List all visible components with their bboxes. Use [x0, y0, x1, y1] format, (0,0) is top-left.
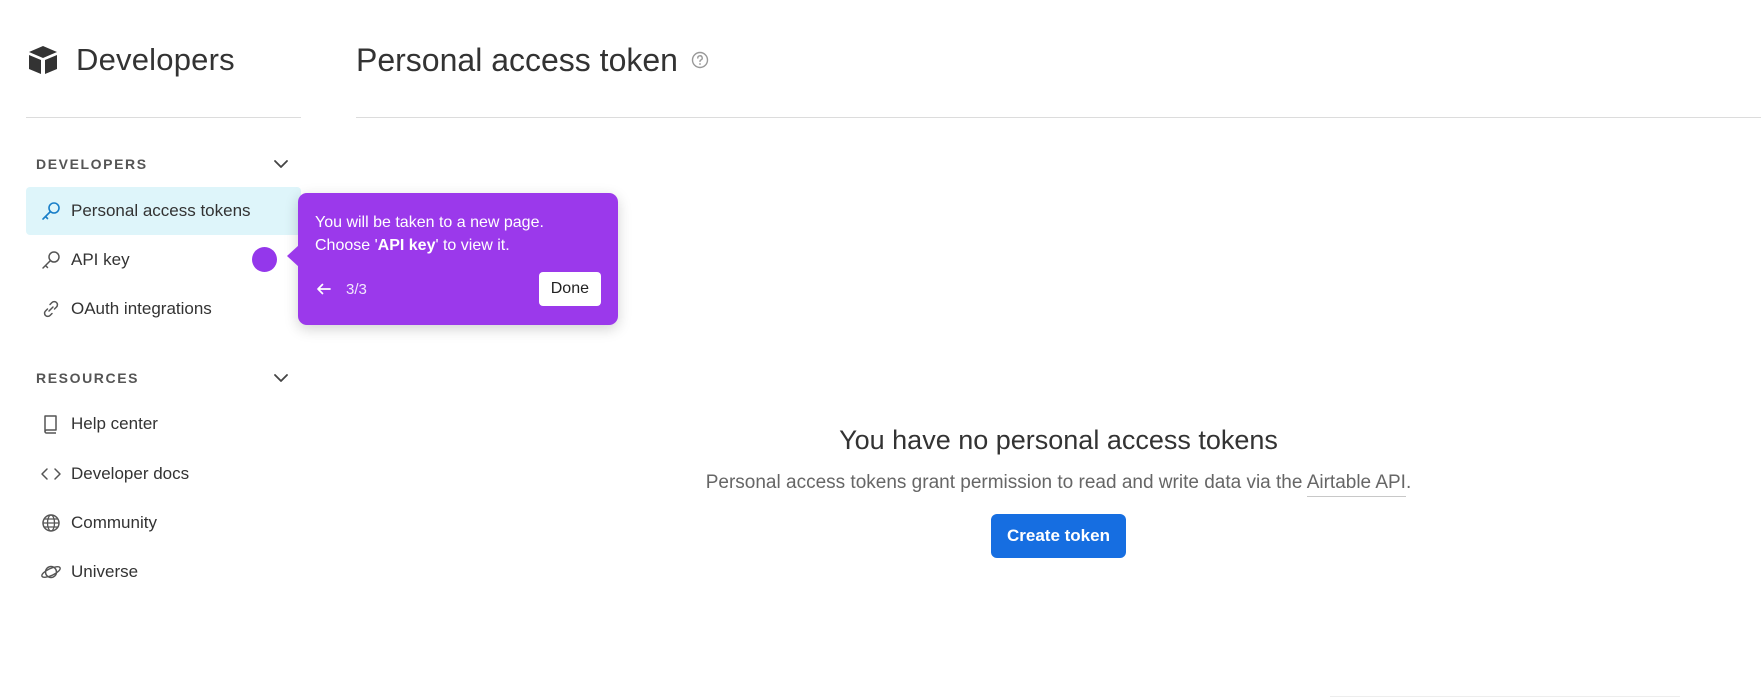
description-suffix: . — [1405, 472, 1412, 493]
tooltip-nav: 3/3 — [315, 280, 367, 298]
done-button[interactable]: Done — [538, 272, 601, 306]
brand-title: Developers — [76, 42, 235, 77]
key-icon — [40, 249, 62, 271]
tooltip-line2-bold: API key — [377, 237, 436, 254]
sidebar-item-oauth-integrations[interactable]: OAuth integrations — [26, 285, 301, 333]
planet-icon — [40, 561, 62, 583]
sidebar: Developers DEVELOPERS Personal access to… — [26, 0, 301, 698]
sidebar-item-label: Community — [71, 513, 157, 532]
globe-icon — [40, 512, 62, 534]
sidebar-item-community[interactable]: Community — [26, 499, 301, 547]
sidebar-item-label: Universe — [71, 562, 139, 581]
code-icon — [40, 463, 62, 485]
section-label: DEVELOPERS — [36, 156, 148, 172]
page-title: Personal access token — [356, 38, 710, 82]
empty-state-description: Personal access tokens grant permission … — [356, 472, 1761, 497]
airtable-api-link[interactable]: Airtable API — [1306, 472, 1406, 497]
create-token-button[interactable]: Create token — [991, 514, 1126, 558]
sidebar-item-label: OAuth integrations — [71, 299, 212, 318]
key-icon — [40, 200, 62, 222]
chevron-down-icon[interactable] — [271, 368, 291, 388]
page-title-text: Personal access token — [356, 41, 678, 78]
step-counter: 3/3 — [346, 280, 367, 298]
sidebar-item-label: Personal access tokens — [71, 201, 251, 220]
empty-state: You have no personal access tokens Perso… — [356, 425, 1761, 558]
section-header-developers[interactable]: DEVELOPERS — [26, 149, 301, 179]
tooltip-arrow — [287, 245, 299, 267]
sidebar-item-developer-docs[interactable]: Developer docs — [26, 450, 301, 498]
bottom-divider — [1330, 696, 1680, 697]
tooltip-line2-prefix: Choose ' — [315, 237, 378, 254]
sidebar-item-label: Help center — [71, 414, 158, 433]
chevron-down-icon[interactable] — [271, 154, 291, 174]
section-label: RESOURCES — [36, 370, 140, 386]
help-circle-icon[interactable] — [690, 50, 710, 70]
section-header-resources[interactable]: RESOURCES — [26, 363, 301, 393]
sidebar-item-label: Developer docs — [71, 464, 190, 483]
sidebar-divider — [26, 117, 301, 118]
walkthrough-beacon[interactable] — [252, 247, 277, 272]
sidebar-item-label: API key — [71, 250, 130, 269]
arrow-left-icon[interactable] — [315, 280, 333, 298]
tooltip-line2-suffix: ' to view it. — [435, 237, 510, 254]
main-divider — [356, 117, 1761, 118]
sidebar-item-personal-access-tokens[interactable]: Personal access tokens — [26, 187, 301, 235]
description-text: Personal access tokens grant permission … — [705, 472, 1307, 493]
link-icon — [40, 298, 62, 320]
sidebar-item-universe[interactable]: Universe — [26, 548, 301, 596]
tooltip-footer: 3/3 Done — [315, 272, 601, 306]
tooltip-text: You will be taken to a new page. Choose … — [315, 211, 605, 257]
walkthrough-tooltip: You will be taken to a new page. Choose … — [287, 193, 618, 325]
airtable-logo-icon — [29, 46, 57, 74]
tooltip-line1: You will be taken to a new page. — [315, 214, 544, 231]
brand[interactable]: Developers — [26, 40, 235, 80]
book-icon — [40, 413, 62, 435]
sidebar-item-help-center[interactable]: Help center — [26, 400, 301, 448]
empty-state-title: You have no personal access tokens — [839, 425, 1278, 455]
